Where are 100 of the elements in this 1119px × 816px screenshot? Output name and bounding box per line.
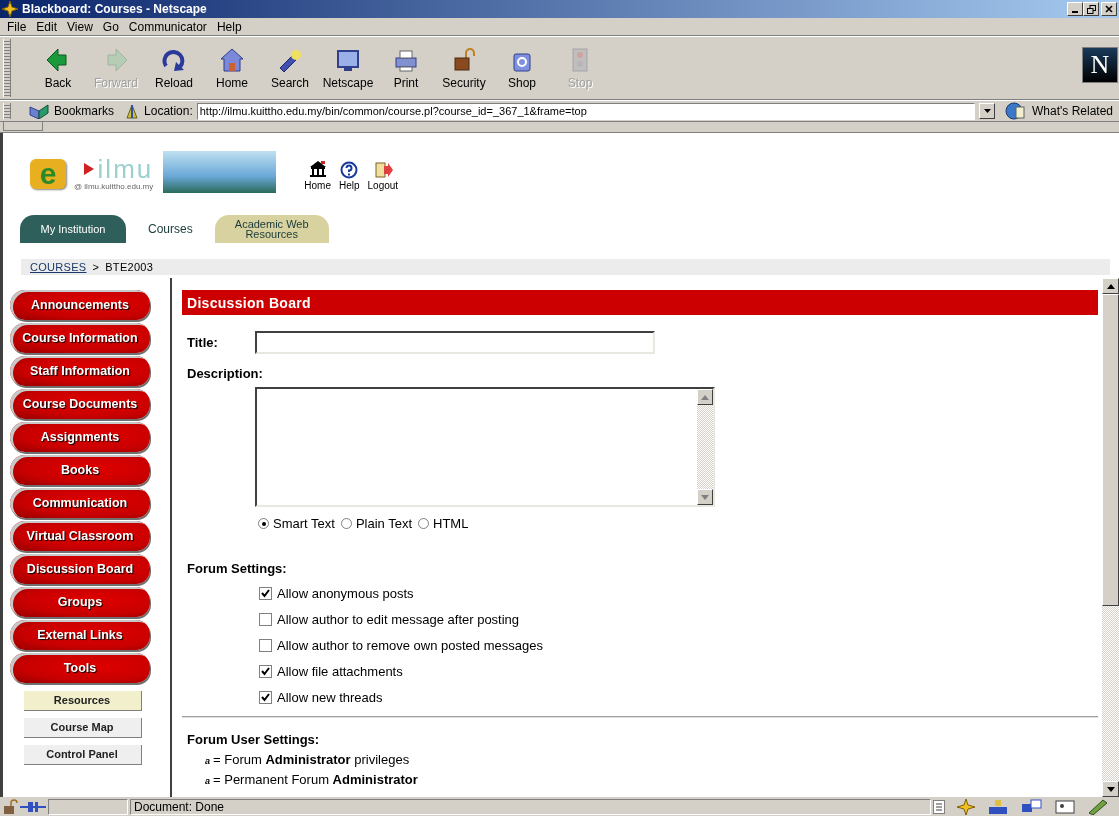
toolbar-button[interactable]: Print — [377, 37, 435, 99]
checkbox[interactable] — [259, 664, 272, 678]
radio-label: Smart Text — [273, 516, 335, 531]
url-field[interactable]: http://ilmu.kuittho.edu.my/bin/common/course.pl?course_id=_367_1&frame=top — [196, 102, 975, 120]
sidebar-button[interactable]: Groups — [10, 587, 150, 617]
section-label: Forum Settings: — [187, 561, 288, 576]
toolbar-button[interactable]: Search — [261, 37, 319, 99]
sidebar-button[interactable]: Discussion Board — [10, 554, 150, 584]
location-label: Location: — [144, 104, 193, 118]
sidebar-button[interactable]: Tools — [10, 653, 150, 683]
menu-item[interactable]: File — [2, 19, 32, 34]
toolbar-button[interactable]: Home — [203, 37, 261, 99]
field-label: Description: — [187, 366, 264, 381]
breadcrumb-link[interactable]: COURSES — [30, 261, 87, 273]
checkbox-label: Allow author to edit message after posting — [277, 611, 520, 627]
header-link[interactable]: Logout — [367, 161, 399, 191]
checkbox[interactable] — [259, 690, 272, 704]
radio-button[interactable] — [258, 518, 269, 529]
netscape-logo: N — [1082, 47, 1118, 83]
padlock-icon — [2, 798, 18, 815]
scrollbar-thumb[interactable] — [1102, 294, 1119, 606]
checkbox-label: Allow anonymous posts — [277, 585, 414, 601]
scroll-up-button[interactable] — [697, 389, 713, 405]
sidebar-button[interactable]: External Links — [10, 620, 150, 650]
check-icon — [261, 692, 270, 702]
menu-item[interactable]: Help — [211, 19, 247, 34]
checkbox[interactable] — [259, 612, 272, 626]
speech-bubbles-icon[interactable] — [1021, 798, 1043, 815]
menu-item[interactable]: Communicator — [123, 19, 212, 34]
scroll-down-button[interactable] — [697, 489, 713, 505]
radio-button[interactable] — [340, 518, 352, 529]
breadcrumb-current: BTE2003 — [105, 261, 154, 273]
scroll-up-button[interactable] — [1102, 278, 1119, 294]
nav-tab[interactable]: Academic Web Resources — [214, 215, 329, 243]
nav-tab[interactable]: My Institution — [20, 215, 126, 243]
checkbox-label: Allow author to remove own posted messages — [277, 637, 543, 653]
building-icon — [307, 161, 328, 179]
checkbox[interactable] — [259, 638, 272, 652]
status-text: Document: Done — [130, 798, 931, 815]
tool-button[interactable]: Resources — [23, 690, 141, 710]
sidebar-button[interactable]: Communication — [10, 488, 150, 518]
bookmarks-button[interactable]: Bookmarks — [17, 103, 121, 119]
toolbar-button[interactable]: Netscape — [319, 37, 377, 99]
check-icon — [261, 588, 270, 598]
list-icon[interactable] — [933, 799, 945, 814]
sidebar-button[interactable]: Books — [10, 455, 150, 485]
menu-item[interactable]: Edit — [31, 19, 63, 34]
legend-text: = Permanent Forum Administrator — [213, 772, 418, 787]
sidebar-button[interactable]: Course Information — [10, 323, 150, 353]
toolbar-grip[interactable] — [3, 103, 11, 119]
starburst-icon — [2, 1, 18, 17]
minimize-button[interactable] — [1067, 2, 1083, 16]
breadcrumb-separator: > — [92, 261, 100, 273]
tool-button[interactable]: Course Map — [23, 717, 141, 737]
window-title: Blackboard: Courses - Netscape — [22, 2, 208, 16]
radio-button[interactable] — [418, 518, 430, 529]
scroll-down-button[interactable] — [1102, 781, 1119, 798]
sidebar-button[interactable]: Virtual Classroom — [10, 521, 150, 551]
header-link[interactable]: Home — [304, 161, 331, 191]
legend-marker: a — [205, 776, 210, 786]
title-field[interactable] — [255, 331, 655, 354]
legend-text: = Forum Administrator privileges — [213, 752, 410, 767]
sidebar-button[interactable]: Assignments — [10, 422, 150, 452]
close-button[interactable] — [1101, 2, 1117, 16]
toolbar-button[interactable]: Security — [435, 37, 493, 99]
sidebar-button[interactable]: Staff Information — [10, 356, 150, 386]
connection-icon — [20, 800, 46, 813]
checkbox-label: Allow new threads — [277, 689, 383, 705]
section-label: Forum User Settings: — [187, 732, 321, 747]
whats-related-button[interactable]: What's Related — [999, 102, 1119, 120]
menu-item[interactable]: View — [62, 19, 98, 34]
toolbar-button[interactable]: Back — [29, 37, 87, 99]
menu-item[interactable]: Go — [97, 19, 124, 34]
help-icon — [339, 161, 360, 179]
nav-tab[interactable]: Courses — [136, 215, 205, 243]
sidebar-button[interactable]: Course Documents — [10, 389, 150, 419]
caret-up-icon — [1106, 283, 1115, 289]
toolbar-grip[interactable] — [3, 39, 11, 97]
starburst-icon[interactable] — [957, 798, 975, 815]
logo-tagline: @ ilmu.kuittho.edu.my — [74, 182, 154, 191]
legend-marker: a — [205, 756, 210, 766]
address-card-icon[interactable] — [1055, 798, 1075, 815]
toolbar-button[interactable]: Reload — [145, 37, 203, 99]
scrollbar[interactable] — [1102, 278, 1119, 798]
restore-button[interactable] — [1083, 2, 1099, 16]
book-icon — [29, 103, 51, 119]
collapsed-toolbar-tab[interactable] — [3, 122, 43, 131]
sidebar-button[interactable]: Announcements — [10, 290, 150, 320]
door-arrow-icon — [372, 161, 393, 179]
toolbar-button[interactable]: Shop — [493, 37, 551, 99]
checkbox[interactable] — [259, 586, 272, 600]
caret-down-icon — [701, 494, 709, 500]
check-icon — [261, 666, 270, 676]
tool-button[interactable]: Control Panel — [23, 744, 141, 764]
caret-down-icon — [1106, 786, 1115, 792]
dropdown-button[interactable] — [979, 103, 995, 119]
house-icon — [218, 46, 246, 74]
description-field[interactable] — [255, 387, 715, 507]
header-link[interactable]: Help — [338, 161, 360, 191]
triangle-icon — [83, 163, 94, 175]
